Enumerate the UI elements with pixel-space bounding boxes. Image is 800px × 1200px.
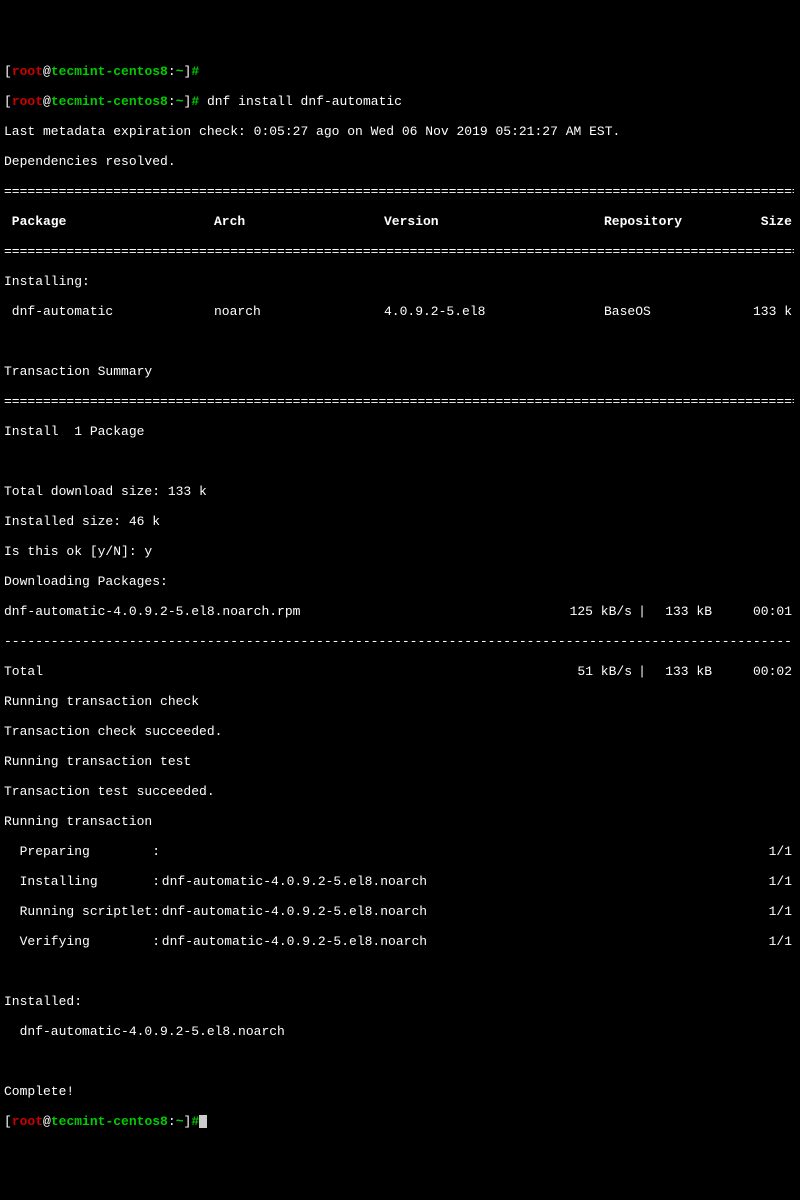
prompt-line-3[interactable]: [root@tecmint-centos8:~]#	[4, 1114, 796, 1129]
trans-test-ok: Transaction test succeeded.	[4, 784, 796, 799]
divider: ========================================…	[4, 184, 794, 199]
download-row: dnf-automatic-4.0.9.2-5.el8.noarch.rpm12…	[4, 604, 792, 619]
step-verifying: Verifying : dnf-automatic-4.0.9.2-5.el8.…	[4, 934, 792, 949]
package-row: dnf-automaticnoarch4.0.9.2-5.el8BaseOS13…	[4, 304, 792, 319]
trans-test: Running transaction test	[4, 754, 796, 769]
divider: ========================================…	[4, 394, 794, 409]
confirm-prompt[interactable]: Is this ok [y/N]: y	[4, 544, 796, 559]
table-header: PackageArchVersionRepositorySize	[4, 214, 792, 229]
divider: ----------------------------------------…	[4, 634, 794, 649]
trans-running: Running transaction	[4, 814, 796, 829]
installed-label: Installed:	[4, 994, 796, 1009]
blank	[4, 454, 796, 469]
blank	[4, 964, 796, 979]
installed-size: Installed size: 46 k	[4, 514, 796, 529]
trans-check: Running transaction check	[4, 694, 796, 709]
step-installing: Installing : dnf-automatic-4.0.9.2-5.el8…	[4, 874, 792, 889]
download-size: Total download size: 133 k	[4, 484, 796, 499]
trans-check-ok: Transaction check succeeded.	[4, 724, 796, 739]
step-scriptlet: Running scriptlet: dnf-automatic-4.0.9.2…	[4, 904, 792, 919]
installing-label: Installing:	[4, 274, 796, 289]
total-row: Total51 kB/s|133 kB00:02	[4, 664, 792, 679]
deps-resolved: Dependencies resolved.	[4, 154, 796, 169]
complete: Complete!	[4, 1084, 796, 1099]
divider: ========================================…	[4, 244, 794, 259]
transaction-summary: Transaction Summary	[4, 364, 796, 379]
blank	[4, 334, 796, 349]
install-count: Install 1 Package	[4, 424, 796, 439]
blank	[4, 1054, 796, 1069]
installed-pkg: dnf-automatic-4.0.9.2-5.el8.noarch	[4, 1024, 796, 1039]
command-text: dnf install dnf-automatic	[207, 94, 402, 109]
prompt-line-2[interactable]: [root@tecmint-centos8:~]# dnf install dn…	[4, 94, 796, 109]
step-preparing: Preparing : 1/1	[4, 844, 792, 859]
cursor-icon	[199, 1115, 207, 1128]
prompt-line-1: [root@tecmint-centos8:~]#	[4, 64, 796, 79]
metadata-line: Last metadata expiration check: 0:05:27 …	[4, 124, 796, 139]
downloading-label: Downloading Packages:	[4, 574, 796, 589]
